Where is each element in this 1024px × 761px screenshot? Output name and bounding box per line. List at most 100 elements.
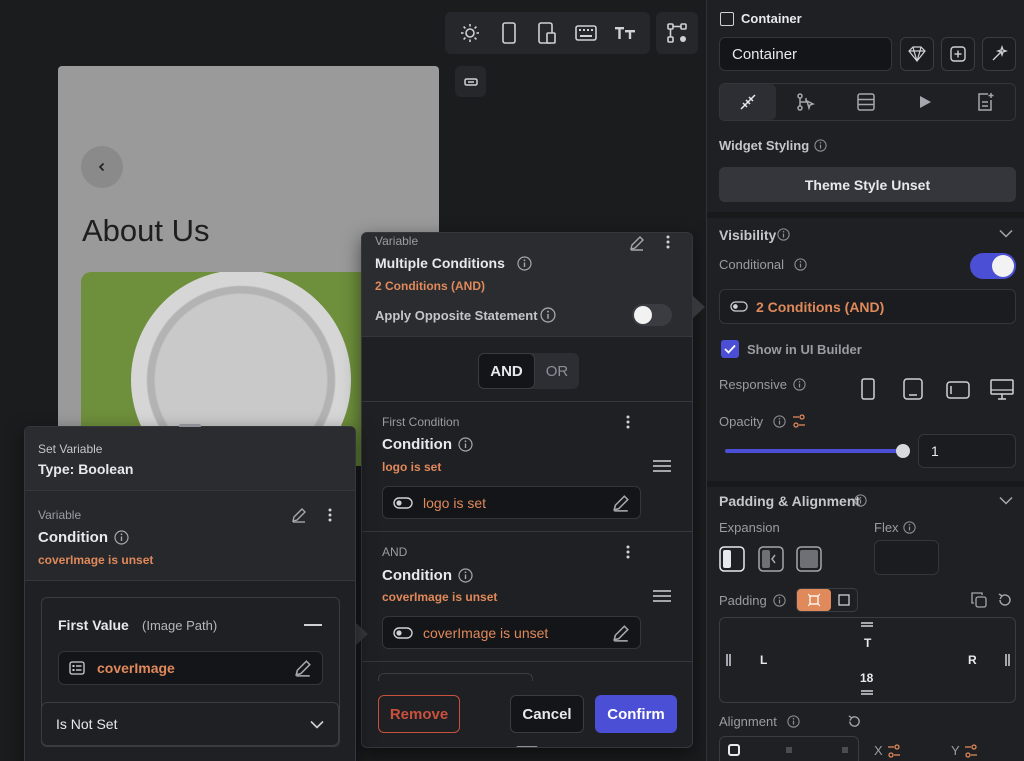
second-condition-subtitle: coverImage is unset [382, 590, 498, 604]
chevron-down-icon[interactable] [999, 229, 1013, 238]
padding-top-handle[interactable] [861, 622, 873, 624]
sun-icon[interactable] [456, 19, 484, 47]
tablet-icon[interactable] [903, 378, 923, 400]
first-condition-value[interactable]: logo is set [382, 486, 641, 519]
info-icon[interactable] [903, 521, 916, 534]
tune-icon[interactable] [964, 744, 978, 758]
tablet-icon[interactable] [533, 19, 561, 47]
show-in-builder-checkbox[interactable] [721, 340, 739, 358]
variable-type: Type: Boolean [38, 461, 134, 477]
reset-icon[interactable] [997, 592, 1013, 608]
widget-handle-icon[interactable] [455, 66, 486, 97]
phone-icon[interactable] [861, 378, 875, 400]
conditional-value-field[interactable]: 2 Conditions (AND) [719, 289, 1016, 324]
info-icon[interactable] [540, 307, 556, 323]
tablet-landscape-icon[interactable] [946, 381, 970, 399]
padding-right-handle[interactable] [1005, 654, 1007, 666]
widget-checkbox[interactable] [720, 12, 734, 26]
more-vertical-icon[interactable] [328, 508, 332, 522]
tune-icon[interactable] [792, 414, 806, 428]
info-icon[interactable] [458, 437, 473, 452]
back-button[interactable] [81, 146, 123, 188]
alignment-grid[interactable] [719, 736, 859, 761]
info-icon[interactable] [854, 494, 867, 507]
edit-icon[interactable] [294, 659, 312, 677]
apply-opposite-toggle[interactable] [632, 304, 672, 326]
flex-input[interactable] [874, 540, 939, 575]
more-vertical-icon[interactable] [666, 235, 670, 249]
info-icon[interactable] [777, 228, 790, 241]
opacity-input[interactable]: 1 [918, 434, 1016, 468]
branch-settings-icon[interactable] [656, 12, 698, 54]
tune-icon[interactable] [887, 744, 901, 758]
info-icon[interactable] [773, 415, 786, 428]
diamond-icon[interactable] [900, 37, 934, 71]
tab-backend-query[interactable] [836, 93, 896, 111]
edit-icon[interactable] [612, 624, 630, 642]
edit-icon[interactable] [612, 494, 630, 512]
padding-bottom-value[interactable]: 18 [860, 671, 873, 685]
edit-icon[interactable] [629, 235, 645, 251]
second-condition-value[interactable]: coverImage is unset [382, 616, 641, 649]
add-component-icon[interactable] [941, 37, 975, 71]
operator-dropdown[interactable]: Is Not Set [41, 702, 339, 746]
or-button[interactable]: OR [535, 353, 579, 389]
info-icon[interactable] [773, 594, 786, 607]
edit-icon[interactable] [291, 507, 307, 523]
multiple-conditions-panel: Variable Multiple Conditions 2 Condition… [361, 232, 693, 748]
chevron-down-icon[interactable] [999, 496, 1013, 505]
info-icon[interactable] [517, 256, 532, 271]
tab-properties[interactable] [720, 84, 776, 120]
tab-actions[interactable] [776, 92, 836, 112]
align-top-center[interactable] [786, 747, 792, 753]
copy-icon[interactable] [971, 592, 987, 608]
divider [362, 661, 692, 662]
more-vertical-icon[interactable] [626, 415, 630, 429]
check-icon [724, 344, 736, 354]
drag-handle[interactable] [516, 746, 538, 747]
tab-notes[interactable] [955, 92, 1015, 112]
confirm-button[interactable]: Confirm [595, 695, 677, 733]
padding-left-label: L [760, 653, 768, 667]
padding-uniform-button[interactable] [797, 589, 831, 611]
padding-individual-button[interactable] [831, 589, 857, 611]
align-top-left[interactable] [728, 744, 740, 756]
info-icon[interactable] [793, 378, 806, 391]
drag-lines-icon[interactable] [653, 460, 671, 472]
keyboard-icon[interactable] [572, 19, 600, 47]
widget-name-input[interactable]: Container [719, 37, 892, 71]
text-size-icon[interactable] [611, 19, 639, 47]
first-value-field[interactable]: coverImage [58, 651, 323, 685]
expansion-default-icon[interactable] [719, 546, 745, 572]
reset-icon[interactable] [847, 714, 862, 729]
align-top-right[interactable] [842, 747, 848, 753]
operator-value: Is Not Set [56, 716, 118, 732]
desktop-icon[interactable] [990, 379, 1014, 401]
info-icon[interactable] [814, 139, 827, 152]
magic-wand-icon[interactable] [982, 37, 1016, 71]
info-icon[interactable] [794, 258, 807, 271]
remove-button[interactable]: Remove [378, 695, 460, 733]
slider-thumb[interactable] [896, 444, 910, 458]
expansion-expanded-icon[interactable] [796, 546, 822, 572]
expansion-flexible-icon[interactable] [758, 546, 784, 572]
padding-bottom-handle[interactable] [861, 690, 873, 692]
expansion-label: Expansion [719, 520, 780, 535]
more-vertical-icon[interactable] [626, 545, 630, 559]
info-icon[interactable] [114, 530, 129, 545]
apply-opposite-label: Apply Opposite Statement [375, 308, 538, 323]
tab-animations[interactable] [896, 95, 956, 109]
opacity-slider[interactable] [725, 444, 910, 458]
padding-editor[interactable]: T L R 18 [719, 617, 1016, 703]
info-icon[interactable] [458, 568, 473, 583]
collapse-icon[interactable] [304, 624, 322, 626]
theme-style-button[interactable]: Theme Style Unset [719, 167, 1016, 202]
and-button[interactable]: AND [478, 353, 535, 389]
conditional-toggle[interactable] [970, 253, 1016, 279]
variable-label: Variable [375, 234, 419, 248]
info-icon[interactable] [787, 715, 800, 728]
phone-icon[interactable] [495, 19, 523, 47]
drag-lines-icon[interactable] [653, 590, 671, 602]
cancel-button[interactable]: Cancel [510, 695, 584, 733]
padding-left-handle[interactable] [726, 654, 728, 666]
